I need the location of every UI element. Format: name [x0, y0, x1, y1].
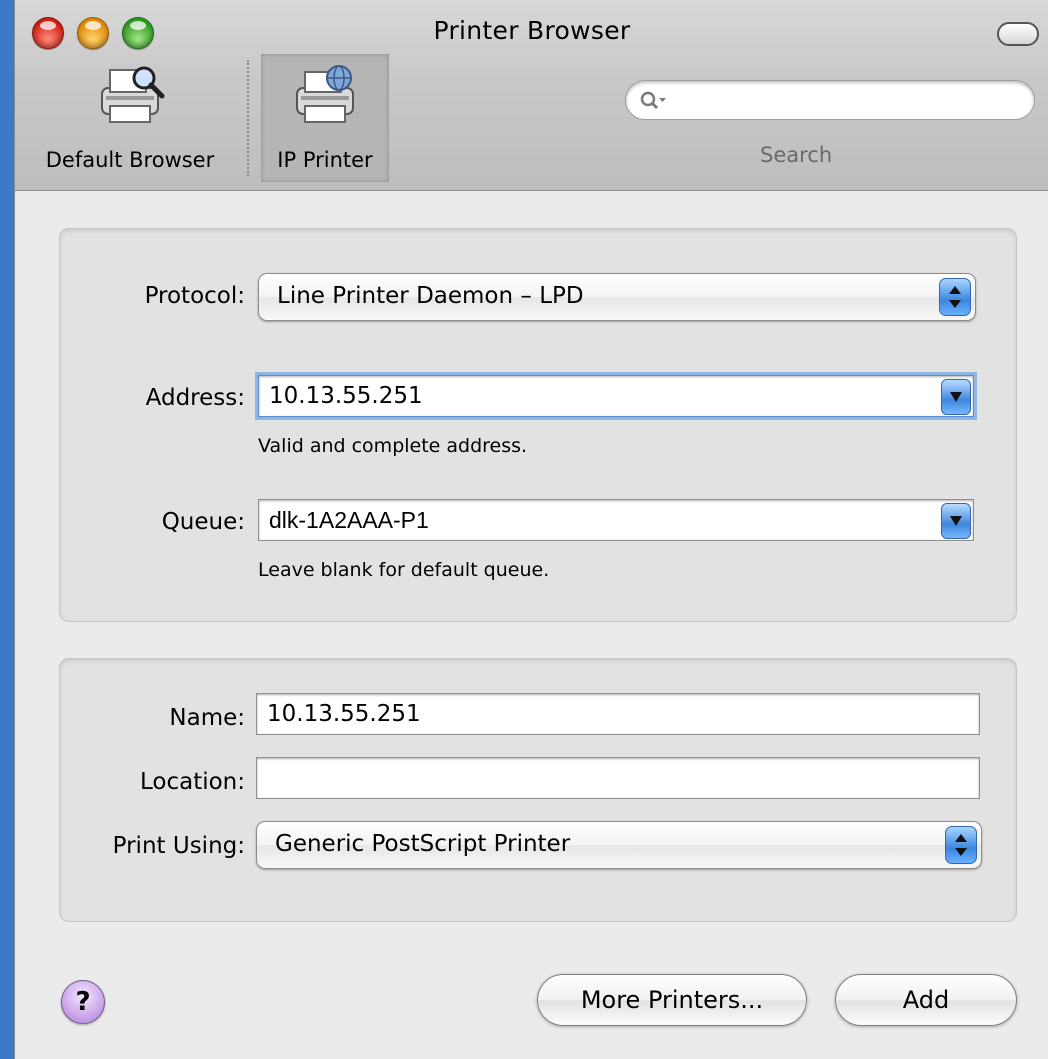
- location-label: Location:: [139, 769, 245, 795]
- popup-arrows-icon: [945, 826, 977, 864]
- toolbar-toggle-button[interactable]: [997, 22, 1039, 46]
- add-button[interactable]: Add: [835, 974, 1017, 1026]
- protocol-value: Line Printer Daemon – LPD: [277, 283, 584, 309]
- printer-details-group: Name: 10.13.55.251 Location: Print Using…: [59, 658, 1017, 922]
- tab-default-browser-label: Default Browser: [45, 148, 215, 172]
- location-field[interactable]: [256, 757, 980, 799]
- tab-ip-printer[interactable]: IP Printer: [261, 54, 389, 182]
- protocol-label: Protocol:: [144, 283, 245, 309]
- print-using-popup[interactable]: Generic PostScript Printer: [256, 821, 982, 869]
- help-button[interactable]: ?: [61, 980, 105, 1024]
- address-dropdown-button[interactable]: [941, 379, 971, 415]
- tab-default-browser[interactable]: Default Browser: [19, 54, 241, 182]
- print-using-value: Generic PostScript Printer: [275, 831, 571, 857]
- address-label: Address:: [145, 385, 245, 411]
- chevron-down-icon: [950, 516, 962, 526]
- queue-dropdown-button[interactable]: [941, 503, 971, 539]
- popup-arrows-icon: [939, 278, 971, 316]
- name-value: 10.13.55.251: [267, 701, 421, 727]
- toolbar-separator: [247, 60, 249, 176]
- protocol-popup[interactable]: Line Printer Daemon – LPD: [258, 273, 976, 321]
- queue-combo-field[interactable]: dlk-1A2AAA-P1: [258, 499, 974, 541]
- name-label: Name:: [169, 705, 245, 731]
- printer-browser-window: Printer Browser Default Browser IP Print…: [14, 0, 1048, 1059]
- window-title: Printer Browser: [433, 16, 631, 45]
- connection-settings-group: Protocol: Line Printer Daemon – LPD Addr…: [59, 228, 1017, 622]
- chevron-down-icon: [950, 392, 962, 402]
- name-field[interactable]: 10.13.55.251: [256, 693, 980, 735]
- address-value: 10.13.55.251: [269, 383, 423, 409]
- search-icon[interactable]: [639, 90, 667, 112]
- tab-ip-printer-label: IP Printer: [277, 148, 373, 172]
- title-toolbar: Printer Browser Default Browser IP Print…: [15, 0, 1048, 191]
- search-input[interactable]: [625, 80, 1035, 120]
- queue-value: dlk-1A2AAA-P1: [269, 507, 429, 533]
- print-using-label: Print Using:: [112, 833, 245, 859]
- more-printers-button[interactable]: More Printers...: [537, 974, 807, 1026]
- queue-label: Queue:: [161, 509, 245, 535]
- search-label: Search: [760, 143, 833, 167]
- address-hint: Valid and complete address.: [258, 435, 528, 457]
- address-combo-field[interactable]: 10.13.55.251: [258, 375, 974, 417]
- queue-hint: Leave blank for default queue.: [258, 559, 550, 581]
- printer-globe-icon: [296, 65, 354, 123]
- printer-magnifier-icon: [101, 66, 165, 123]
- search-field-container: [625, 80, 1041, 124]
